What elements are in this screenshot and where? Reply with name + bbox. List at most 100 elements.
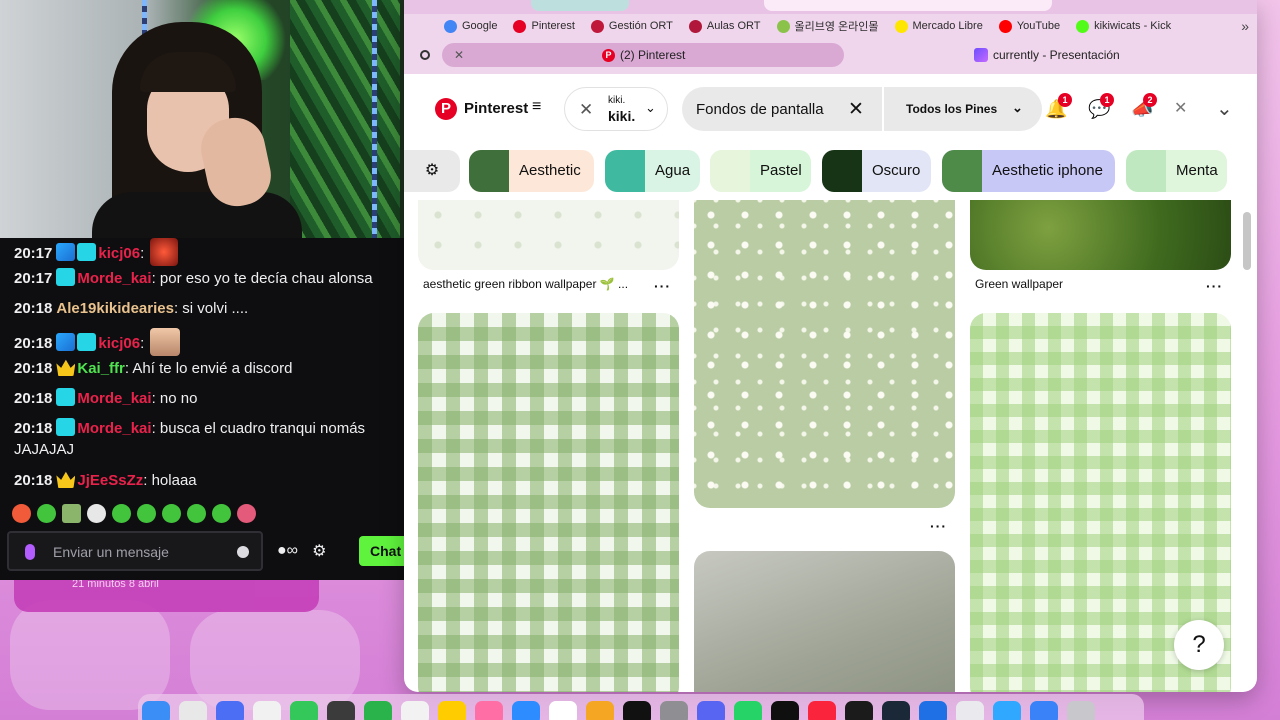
dock-app-icon[interactable] bbox=[364, 701, 392, 720]
pin-more-icon[interactable]: ··· bbox=[930, 518, 947, 534]
pin-more-icon[interactable]: ··· bbox=[1206, 278, 1223, 294]
close-tab-icon[interactable]: ✕ bbox=[454, 48, 464, 62]
dock-app-icon[interactable] bbox=[253, 701, 281, 720]
bookmark-item[interactable]: Mercado Libre bbox=[894, 18, 983, 34]
emote-icon[interactable] bbox=[112, 504, 131, 523]
menu-icon[interactable]: ≡ bbox=[532, 98, 541, 116]
badge-icon[interactable] bbox=[77, 243, 97, 261]
dock-app-icon[interactable] bbox=[512, 701, 540, 720]
dock-app-icon[interactable] bbox=[1067, 701, 1095, 720]
bookmark-item[interactable]: Aulas ORT bbox=[688, 18, 761, 34]
points-icon[interactable]: ●∞ bbox=[277, 542, 298, 560]
bookmark-item[interactable]: YouTube bbox=[998, 18, 1060, 34]
chat-username[interactable]: Morde_kai bbox=[77, 390, 151, 407]
badge-icon[interactable] bbox=[56, 359, 76, 376]
bookmark-item[interactable]: 올리브영 온라인몰 bbox=[776, 18, 879, 34]
bookmark-item[interactable]: kikiwicats - Kick bbox=[1076, 18, 1171, 34]
dock-app-icon[interactable] bbox=[993, 701, 1021, 720]
pin-image[interactable] bbox=[694, 200, 955, 508]
dock-app-icon[interactable] bbox=[1030, 701, 1058, 720]
chat-input[interactable]: Enviar un mensaje bbox=[7, 531, 263, 571]
dock-app-icon[interactable] bbox=[216, 701, 244, 720]
chat-username[interactable]: Morde_kai bbox=[77, 420, 151, 437]
badge-icon[interactable] bbox=[56, 471, 76, 488]
dock-app-icon[interactable] bbox=[401, 701, 429, 720]
dock-app-icon[interactable] bbox=[438, 701, 466, 720]
emoji-icon[interactable] bbox=[237, 546, 249, 558]
chat-username[interactable]: Kai_ffr bbox=[77, 360, 125, 377]
dock-app-icon[interactable] bbox=[586, 701, 614, 720]
dock-app-icon[interactable] bbox=[919, 701, 947, 720]
address-bar[interactable] bbox=[764, 0, 1052, 11]
emote-icon[interactable] bbox=[12, 504, 31, 523]
pin-title[interactable]: Green wallpaper bbox=[975, 277, 1063, 291]
suggestion-chip[interactable]: Menta bbox=[1126, 150, 1227, 192]
chat-username[interactable]: Morde_kai bbox=[77, 270, 151, 287]
badge-icon[interactable] bbox=[56, 418, 76, 436]
dock-app-icon[interactable] bbox=[290, 701, 318, 720]
bookmarks-overflow-icon[interactable]: » bbox=[1241, 18, 1249, 34]
pin-image[interactable] bbox=[970, 200, 1231, 270]
pin-title[interactable]: aesthetic green ribbon wallpaper 🌱 ... bbox=[423, 277, 628, 291]
dock-app-icon[interactable] bbox=[771, 701, 799, 720]
tab-pinterest[interactable]: ✕ P (2) Pinterest bbox=[442, 43, 844, 67]
badge-icon[interactable] bbox=[56, 268, 76, 286]
badge-icon[interactable] bbox=[56, 243, 76, 261]
emote-icon[interactable] bbox=[37, 504, 56, 523]
help-icon[interactable]: ? bbox=[1174, 620, 1224, 670]
chat-username[interactable]: JjEeSsZz bbox=[77, 472, 143, 489]
suggestion-chip[interactable]: Agua bbox=[605, 150, 700, 192]
pin-more-icon[interactable]: ··· bbox=[654, 278, 671, 294]
filter-dropdown[interactable]: Todos los Pines ⌄ bbox=[884, 87, 1042, 131]
dock-app-icon[interactable] bbox=[697, 701, 725, 720]
sidebar-icon[interactable] bbox=[420, 50, 430, 60]
dock-app-icon[interactable] bbox=[623, 701, 651, 720]
suggestion-chip[interactable]: Aesthetic iphone bbox=[942, 150, 1115, 192]
mic-icon[interactable] bbox=[25, 544, 35, 560]
pinterest-logo-icon[interactable]: P bbox=[435, 98, 457, 120]
dock-app-icon[interactable] bbox=[179, 701, 207, 720]
dock-app-icon[interactable] bbox=[882, 701, 910, 720]
badge-icon[interactable] bbox=[56, 333, 76, 351]
dock-app-icon[interactable] bbox=[475, 701, 503, 720]
suggestion-chip[interactable]: Oscuro bbox=[822, 150, 931, 192]
board-selector[interactable]: ✕ kiki. kiki. ⌄ bbox=[564, 87, 668, 131]
emote-icon[interactable] bbox=[137, 504, 156, 523]
tab-presentation[interactable]: currently - Presentación bbox=[974, 48, 1120, 62]
badge-icon[interactable] bbox=[77, 333, 97, 351]
profile-avatar-icon[interactable]: ✕ bbox=[1174, 98, 1187, 118]
emote-icon[interactable] bbox=[187, 504, 206, 523]
bookmark-item[interactable]: Pinterest bbox=[513, 18, 575, 34]
dock-app-icon[interactable] bbox=[142, 701, 170, 720]
dock-app-icon[interactable] bbox=[845, 701, 873, 720]
dock-app-icon[interactable] bbox=[327, 701, 355, 720]
chat-username[interactable]: kicj06 bbox=[98, 335, 140, 352]
chat-username[interactable]: kicj06 bbox=[98, 245, 140, 262]
emote-icon[interactable] bbox=[212, 504, 231, 523]
chat-send-button[interactable]: Chat bbox=[359, 536, 409, 566]
emote-icon[interactable] bbox=[62, 504, 81, 523]
bookmark-item[interactable]: Gestión ORT bbox=[590, 18, 673, 34]
account-chevron-icon[interactable]: ⌄ bbox=[1216, 96, 1233, 121]
dock-app-icon[interactable] bbox=[808, 701, 836, 720]
suggestion-chip[interactable]: Pastel bbox=[710, 150, 811, 192]
pin-image[interactable] bbox=[418, 200, 679, 270]
pin-image[interactable] bbox=[418, 313, 679, 692]
chat-username[interactable]: Ale19kikidearies bbox=[56, 300, 174, 317]
clear-search-icon[interactable]: ✕ bbox=[848, 98, 864, 121]
badge-icon[interactable] bbox=[56, 388, 76, 406]
emote-icon[interactable] bbox=[87, 504, 106, 523]
suggestion-chip[interactable]: Aesthetic bbox=[469, 150, 594, 192]
pinned-tab[interactable] bbox=[531, 0, 629, 11]
dock-app-icon[interactable] bbox=[660, 701, 688, 720]
pin-image[interactable] bbox=[694, 551, 955, 692]
emote-icon[interactable] bbox=[162, 504, 181, 523]
emote-icon[interactable] bbox=[237, 504, 256, 523]
pinterest-wordmark[interactable]: Pinterest bbox=[464, 100, 528, 117]
dock-app-icon[interactable] bbox=[734, 701, 762, 720]
dock-app-icon[interactable] bbox=[956, 701, 984, 720]
tune-filters-icon[interactable]: ⚙ bbox=[404, 150, 460, 192]
dock-app-icon[interactable] bbox=[549, 701, 577, 720]
scrollbar[interactable] bbox=[1243, 212, 1251, 270]
bookmark-item[interactable]: Google bbox=[444, 18, 497, 34]
